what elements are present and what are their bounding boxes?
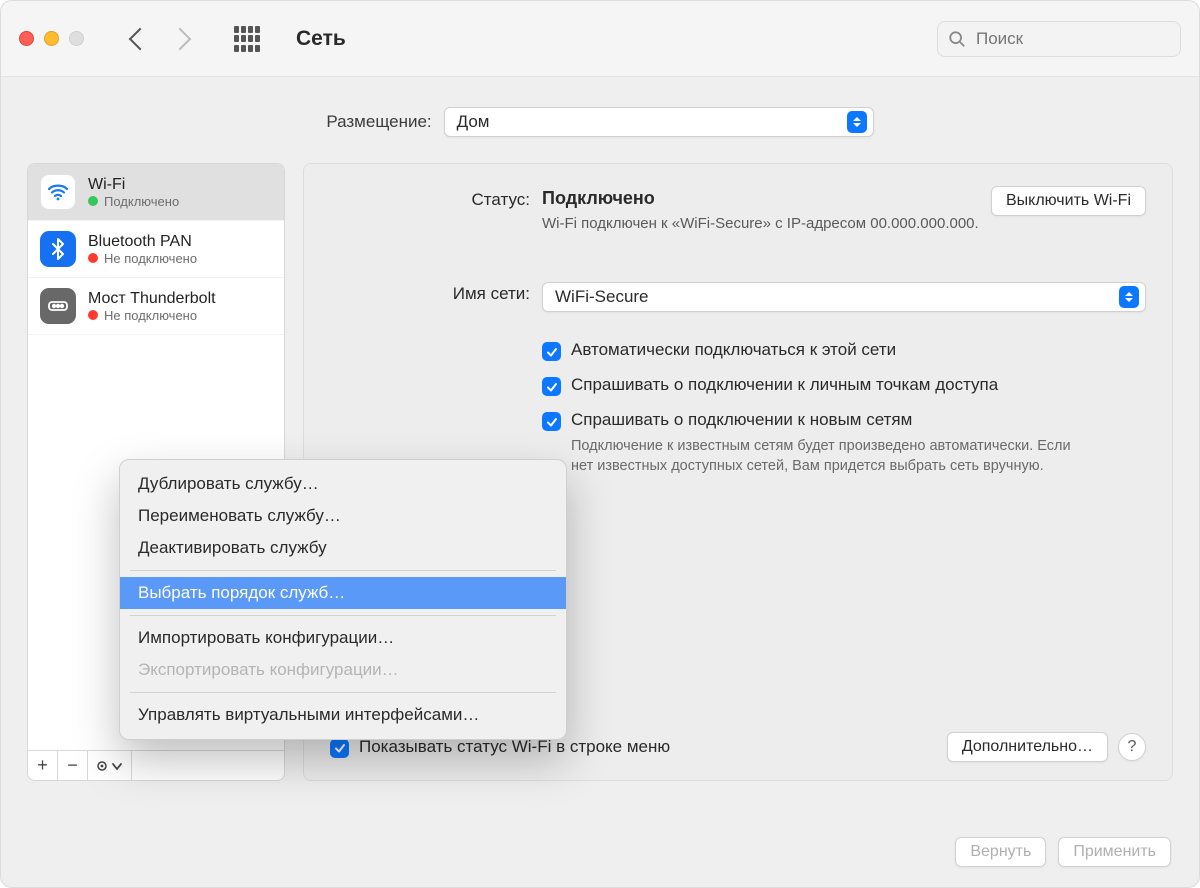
footer-buttons: Вернуть Применить bbox=[955, 837, 1171, 867]
menu-item-deactivate-service[interactable]: Деактивировать службу bbox=[120, 532, 566, 564]
show-status-label: Показывать статус Wi-Fi в строке меню bbox=[359, 737, 670, 757]
minimize-window-icon[interactable] bbox=[44, 31, 59, 46]
status-dot-icon bbox=[88, 253, 98, 263]
menu-separator bbox=[130, 615, 556, 616]
traffic-lights bbox=[19, 31, 84, 46]
zoom-window-icon bbox=[69, 31, 84, 46]
menu-item-duplicate-service[interactable]: Дублировать службу… bbox=[120, 468, 566, 500]
checkbox-label: Автоматически подключаться к этой сети bbox=[571, 340, 896, 360]
status-label: Статус: bbox=[330, 188, 530, 210]
list-actions: + − bbox=[27, 751, 285, 781]
checkbox-label: Спрашивать о подключении к личным точкам… bbox=[571, 375, 998, 395]
menu-separator bbox=[130, 570, 556, 571]
status-sub: Wi-Fi подключен к «WiFi-Secure» с IP-адр… bbox=[542, 215, 1146, 232]
checkbox-auto-join[interactable]: Автоматически подключаться к этой сети bbox=[542, 340, 1146, 361]
checkbox-ask-new-networks[interactable]: Спрашивать о подключении к новым сетям П… bbox=[542, 410, 1146, 477]
service-status: Подключено bbox=[104, 194, 179, 209]
menu-item-rename-service[interactable]: Переименовать службу… bbox=[120, 500, 566, 532]
service-name: Bluetooth PAN bbox=[88, 233, 197, 251]
service-item-bluetooth[interactable]: Bluetooth PAN Не подключено bbox=[28, 221, 284, 278]
checkbox-checked-icon bbox=[542, 412, 561, 431]
apply-button[interactable]: Применить bbox=[1058, 837, 1171, 867]
network-name-label: Имя сети: bbox=[330, 282, 530, 304]
turn-off-wifi-button[interactable]: Выключить Wi-Fi bbox=[991, 186, 1146, 216]
menu-item-set-service-order[interactable]: Выбрать порядок служб… bbox=[120, 577, 566, 609]
close-window-icon[interactable] bbox=[19, 31, 34, 46]
remove-service-button[interactable]: − bbox=[58, 751, 88, 780]
show-all-icon[interactable] bbox=[234, 26, 260, 52]
add-service-button[interactable]: + bbox=[28, 751, 58, 780]
location-label: Размещение: bbox=[326, 112, 431, 132]
menu-item-import-config[interactable]: Импортировать конфигурации… bbox=[120, 622, 566, 654]
checkbox-checked-icon bbox=[542, 377, 561, 396]
menu-separator bbox=[130, 692, 556, 693]
checkbox-label: Спрашивать о подключении к новым сетям bbox=[571, 410, 1091, 430]
service-actions-menu-button[interactable] bbox=[88, 751, 132, 780]
location-select[interactable]: Дом bbox=[444, 107, 874, 137]
toolbar: Сеть bbox=[1, 1, 1199, 77]
forward-icon bbox=[169, 27, 192, 50]
help-button[interactable]: ? bbox=[1118, 733, 1146, 761]
gear-dropdown-icon bbox=[97, 759, 123, 773]
advanced-button[interactable]: Дополнительно… bbox=[947, 732, 1108, 762]
service-item-wifi[interactable]: Wi-Fi Подключено bbox=[28, 164, 284, 221]
menu-item-manage-virtual-interfaces[interactable]: Управлять виртуальными интерфейсами… bbox=[120, 699, 566, 731]
revert-button[interactable]: Вернуть bbox=[955, 837, 1046, 867]
search-icon bbox=[948, 30, 966, 48]
service-name: Wi-Fi bbox=[88, 176, 179, 194]
search-field[interactable] bbox=[937, 21, 1181, 57]
network-name-value: WiFi-Secure bbox=[555, 287, 649, 307]
dropdown-stepper-icon bbox=[847, 111, 867, 133]
service-actions-context-menu: Дублировать службу… Переименовать службу… bbox=[119, 459, 567, 740]
thunderbolt-bridge-icon bbox=[40, 288, 76, 324]
checkbox-show-status-menu[interactable] bbox=[330, 739, 349, 758]
checkbox-checked-icon bbox=[542, 342, 561, 361]
back-icon[interactable] bbox=[129, 27, 152, 50]
network-name-select[interactable]: WiFi-Secure bbox=[542, 282, 1146, 312]
network-preferences-window: Сеть Размещение: Дом bbox=[0, 0, 1200, 888]
page-title: Сеть bbox=[296, 27, 346, 51]
service-name: Мост Thunderbolt bbox=[88, 290, 216, 308]
bluetooth-icon bbox=[40, 231, 76, 267]
status-dot-icon bbox=[88, 196, 98, 206]
network-name-row: Имя сети: WiFi-Secure bbox=[330, 282, 1146, 312]
checkbox-sublabel: Подключение к известным сетям будет прои… bbox=[571, 436, 1091, 477]
location-value: Дом bbox=[457, 112, 490, 132]
status-dot-icon bbox=[88, 310, 98, 320]
menu-item-export-config: Экспортировать конфигурации… bbox=[120, 654, 566, 686]
dropdown-stepper-icon bbox=[1119, 286, 1139, 308]
checkbox-ask-hotspot[interactable]: Спрашивать о подключении к личным точкам… bbox=[542, 375, 1146, 396]
service-item-thunderbolt[interactable]: Мост Thunderbolt Не подключено bbox=[28, 278, 284, 335]
wifi-icon bbox=[40, 174, 76, 210]
search-input[interactable] bbox=[974, 28, 1170, 50]
service-status: Не подключено bbox=[104, 251, 197, 266]
nav-arrows bbox=[132, 31, 188, 47]
location-row: Размещение: Дом bbox=[1, 77, 1199, 163]
service-status: Не подключено bbox=[104, 308, 197, 323]
